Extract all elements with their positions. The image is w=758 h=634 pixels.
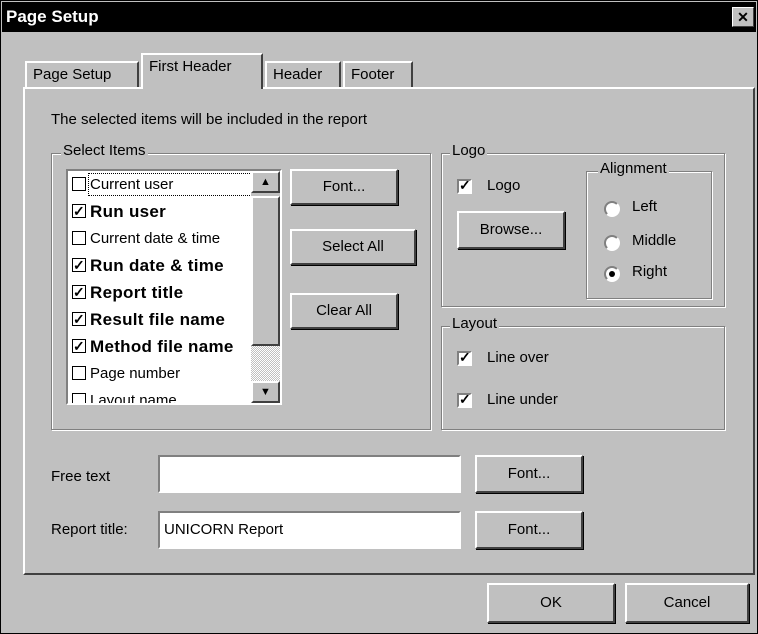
checkmark-icon: ✓ [73,203,86,219]
list-item[interactable]: ✓ Run user [68,198,280,225]
button-label: Cancel [663,594,711,611]
align-left-radio[interactable] [604,201,620,217]
align-left-label: Left [632,198,658,215]
select-items-group-label: Select Items [61,142,148,159]
line-over-checkbox[interactable]: ✓ [457,349,472,366]
tab-first-header[interactable]: First Header [141,53,263,89]
list-item-label: Run date & time [90,256,224,275]
tab-footer[interactable]: Footer [343,61,413,87]
checkmark-icon: ✓ [73,311,86,327]
close-button[interactable]: ✕ [732,7,754,27]
scroll-thumb[interactable] [251,196,280,346]
close-icon: ✕ [737,9,749,25]
checkmark-icon: ✓ [459,177,471,193]
button-label: Clear All [316,302,372,319]
tab-header[interactable]: Header [265,61,341,87]
list-item-label: Run user [90,202,167,221]
scroll-up-arrow-icon: ▲ [260,176,271,188]
button-label: Font... [507,465,551,482]
checkmark-icon: ✓ [459,391,471,407]
list-item[interactable]: Current date & time [68,225,280,252]
button-label: Font... [322,178,366,195]
tab-page-setup[interactable]: Page Setup [25,61,139,87]
browse-button[interactable]: Browse... [457,211,565,249]
list-item-label: Method file name [90,337,234,356]
free-text-font-button[interactable]: Font... [475,455,583,493]
tab-label: Header [273,66,323,83]
tab-label: Page Setup [33,66,112,83]
cancel-button[interactable]: Cancel [625,583,749,623]
align-right-radio[interactable] [604,266,620,282]
ok-button[interactable]: OK [487,583,615,623]
free-text-input[interactable] [158,455,461,493]
checkmark-icon: ✓ [459,349,471,365]
scroll-up-button[interactable]: ▲ [251,171,280,193]
list-item[interactable]: Page number [68,360,280,387]
intro-text: The selected items will be included in t… [51,111,367,128]
window-title: Page Setup [6,7,99,26]
select-items-list[interactable]: Current user ✓ Run user Current date & t… [66,169,282,405]
layout-group [441,326,725,430]
scroll-track[interactable] [251,346,280,381]
list-item-label: Page number [90,365,181,382]
list-item-label: Current date & time [90,230,221,247]
list-item[interactable]: ✓ Method file name [68,333,280,360]
list-item-label: Result file name [90,310,226,329]
list-item-label: Layout name [90,392,177,405]
checkmark-icon: ✓ [73,338,86,354]
list-item-label: Report title [90,283,184,302]
items-font-button[interactable]: Font... [290,169,398,205]
list-item[interactable]: Layout name [68,387,280,405]
logo-checkbox[interactable]: ✓ [457,177,472,194]
checkmark-icon: ✓ [73,257,86,273]
tab-label: Footer [351,66,395,83]
report-title-font-button[interactable]: Font... [475,511,583,549]
scroll-down-button[interactable]: ▼ [251,381,280,403]
layout-group-label: Layout [450,315,500,332]
line-over-label: Line over [487,349,549,366]
clear-all-button[interactable]: Clear All [290,293,398,329]
logo-group-label: Logo [450,142,488,159]
button-label: Font... [507,521,551,538]
align-right-label: Right [632,263,668,280]
logo-checkbox-label: Logo [487,177,521,194]
report-title-input[interactable]: UNICORN Report [158,511,461,549]
checkmark-icon: ✓ [73,284,86,300]
button-label: Select All [322,238,384,255]
line-under-label: Line under [487,391,558,408]
button-label: OK [540,594,562,611]
select-all-button[interactable]: Select All [290,229,416,265]
align-middle-radio[interactable] [604,235,620,251]
free-text-label: Free text [51,468,111,485]
button-label: Browse... [479,221,543,238]
tab-label: First Header [149,58,232,75]
list-item[interactable]: ✓ Report title [68,279,280,306]
align-middle-label: Middle [632,232,677,249]
report-title-label: Report title: [51,521,128,538]
page-setup-dialog: Page Setup ✕ Page Setup First Header Hea… [0,0,758,634]
alignment-group-label: Alignment [598,160,669,177]
title-bar[interactable]: Page Setup ✕ [2,2,756,32]
list-scrollbar[interactable]: ▲ ▼ [251,171,280,403]
line-under-checkbox[interactable]: ✓ [457,391,472,408]
list-item[interactable]: ✓ Run date & time [68,252,280,279]
list-item[interactable]: Current user [68,171,280,198]
scroll-down-arrow-icon: ▼ [260,386,271,398]
list-item[interactable]: ✓ Result file name [68,306,280,333]
